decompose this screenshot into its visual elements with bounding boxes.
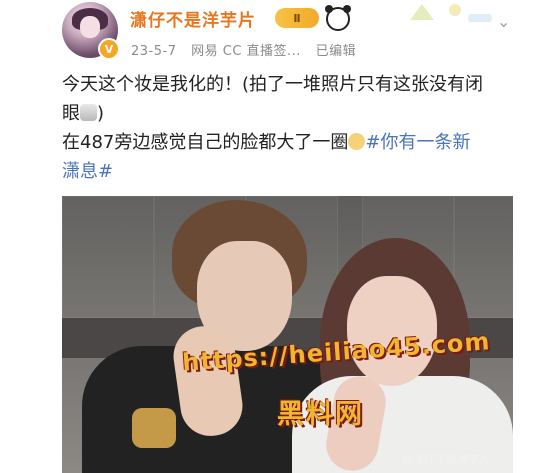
level-label: Ⅱ xyxy=(293,11,301,25)
post-line-3-text: 在487旁边感觉自己的脸都大了一圈 xyxy=(62,132,349,153)
post-line-4: 潇息# xyxy=(62,157,522,186)
corner-decoration-icon xyxy=(410,4,492,22)
avatar[interactable]: V xyxy=(62,2,120,60)
post-line-2-end: ) xyxy=(97,103,105,124)
edited-label[interactable]: 已编辑 xyxy=(316,44,357,59)
dog-emoji-icon xyxy=(348,133,366,150)
post-line-3: 在487旁边感觉自己的脸都大了一圈 #你有一条新 xyxy=(62,128,522,157)
post-meta: 23-5-7 网易 CC 直播签... 已编辑 xyxy=(131,40,366,59)
hashtag-link-cont[interactable]: 潇息# xyxy=(62,161,113,182)
bottle-emoji-icon xyxy=(80,104,97,121)
post-text: 今天这个妆是我化的！(拍了一堆照片只有这张没有闭 眼) 在487旁边感觉自己的脸… xyxy=(62,70,522,186)
weibo-watermark: @潇仔不是洋芋片 xyxy=(402,453,490,466)
post-header: V 潇仔不是洋芋片 Ⅱ 23-5-7 网易 CC 直播签... 已编辑 ⌄ xyxy=(0,0,539,62)
chevron-down-icon[interactable]: ⌄ xyxy=(497,12,511,31)
hashtag-link[interactable]: #你有一条新 xyxy=(365,132,470,153)
post-date: 23-5-7 xyxy=(131,44,177,59)
post-line-1: 今天这个妆是我化的！(拍了一堆照片只有这张没有闭 xyxy=(62,74,484,95)
watermark-cn: 黑料网 xyxy=(277,399,364,430)
post-photo[interactable]: https://heiliao45.com 黑料网 @潇仔不是洋芋片 xyxy=(62,196,513,473)
wall-panel xyxy=(62,196,154,318)
post-line-2: 眼) xyxy=(62,99,522,128)
avatar-face xyxy=(80,16,100,38)
username[interactable]: 潇仔不是洋芋片 xyxy=(130,6,256,31)
post-line-2-text: 眼 xyxy=(62,103,80,124)
level-crown-icon[interactable]: Ⅱ xyxy=(275,8,319,28)
wolf-logo-icon xyxy=(132,408,176,448)
panda-icon[interactable] xyxy=(325,5,351,31)
post-source[interactable]: 网易 CC 直播签... xyxy=(191,44,301,59)
verified-badge-icon: V xyxy=(98,38,120,60)
